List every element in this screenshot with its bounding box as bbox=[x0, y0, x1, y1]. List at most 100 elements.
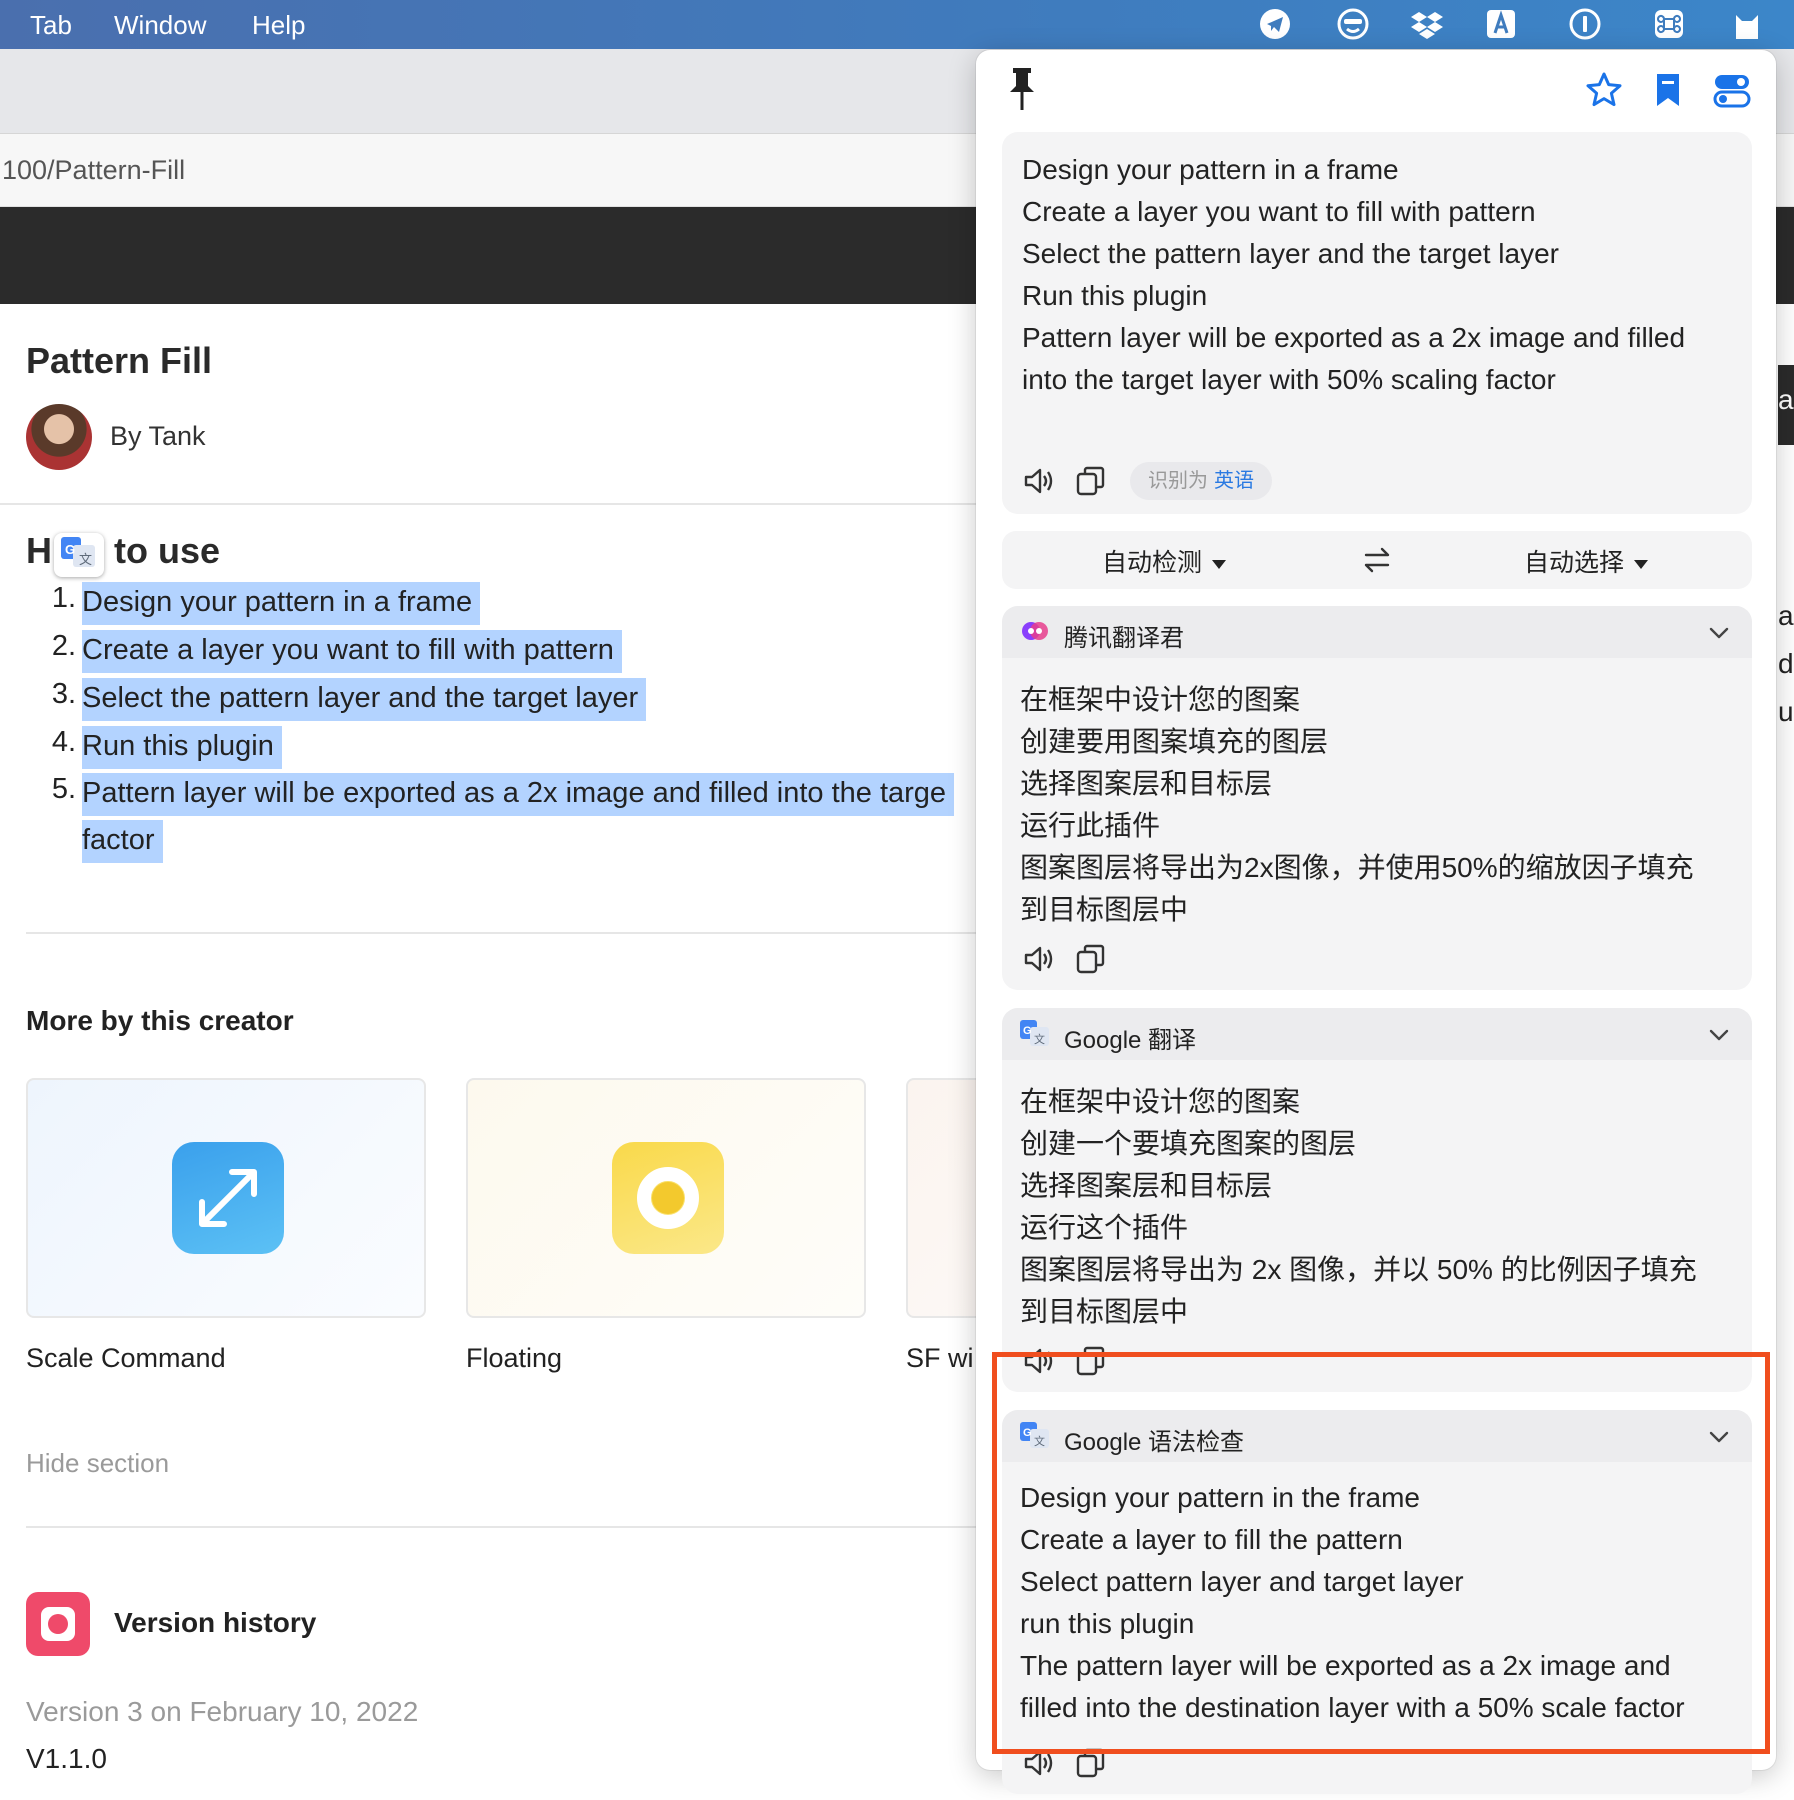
language-selector-bar: 自动检测 自动选择 bbox=[1002, 531, 1752, 589]
step-text[interactable]: Select the pattern layer and the target … bbox=[82, 678, 647, 721]
scale-command-icon bbox=[172, 1142, 284, 1254]
plugin-card-floating[interactable] bbox=[466, 1078, 866, 1318]
result-line: 在框架中设计您的图案 bbox=[1020, 1086, 1301, 1117]
bookmark-icon[interactable] bbox=[1648, 70, 1688, 110]
page-title: Pattern Fill bbox=[26, 340, 213, 381]
target-language-label: 自动选择 bbox=[1524, 549, 1625, 577]
telegram-icon[interactable] bbox=[1258, 7, 1292, 41]
detected-language-badge: 识别为 英语 bbox=[1130, 462, 1272, 500]
result-line: 创建一个要填充图案的图层 bbox=[1020, 1128, 1357, 1159]
step-number: 1. bbox=[51, 582, 76, 614]
version-number: V1.1.0 bbox=[26, 1743, 107, 1774]
heading-rest: to use bbox=[114, 530, 221, 571]
step-text[interactable]: Pattern layer will be exported as a 2x i… bbox=[82, 773, 955, 816]
plugin-card-scale-command[interactable] bbox=[26, 1078, 426, 1318]
result-line: 图案图层将导出为 2x 图像，并以 50% 的比例因子填充 bbox=[1020, 1254, 1697, 1285]
service-name: 腾讯翻译君 bbox=[1064, 625, 1184, 652]
result-header[interactable]: 腾讯翻译君 bbox=[1002, 606, 1752, 658]
menu-window[interactable]: Window bbox=[114, 10, 206, 41]
svg-text:文: 文 bbox=[1034, 1032, 1045, 1046]
cat-icon[interactable] bbox=[1730, 7, 1764, 41]
avatar[interactable] bbox=[26, 404, 92, 470]
step-number: 5. bbox=[51, 773, 76, 805]
chevron-down-icon[interactable] bbox=[1706, 620, 1732, 646]
step-text[interactable]: Run this plugin bbox=[82, 726, 282, 769]
result-header[interactable]: G文 Google 翻译 bbox=[1002, 1008, 1752, 1060]
result-line: 到目标图层中 bbox=[1020, 894, 1189, 925]
pin-icon[interactable] bbox=[1004, 64, 1040, 114]
result-line: 图案图层将导出为2x图像，并使用50%的缩放因子填充 bbox=[1020, 852, 1694, 883]
source-line: into the target layer with 50% scaling f… bbox=[1022, 364, 1556, 395]
target-language-select[interactable]: 自动选择 bbox=[1524, 543, 1649, 579]
step-text[interactable]: factor bbox=[82, 820, 163, 863]
source-line: Pattern layer will be exported as a 2x i… bbox=[1022, 322, 1686, 353]
swap-languages-icon[interactable] bbox=[1362, 545, 1392, 575]
source-line: Run this plugin bbox=[1022, 280, 1208, 311]
version-date: Version 3 on February 10, 2022 bbox=[26, 1696, 419, 1727]
result-line: 在框架中设计您的图案 bbox=[1020, 684, 1301, 715]
more-by-creator-heading: More by this creator bbox=[26, 1005, 294, 1036]
result-line: 运行此插件 bbox=[1020, 810, 1161, 841]
clipped-text: d bbox=[1778, 648, 1794, 679]
menu-help[interactable]: Help bbox=[252, 10, 305, 41]
popup-header bbox=[976, 50, 1776, 130]
result-line: 到目标图层中 bbox=[1020, 1296, 1189, 1327]
clipped-text: al bbox=[1778, 384, 1794, 415]
result-tencent: 腾讯翻译君 在框架中设计您的图案 创建要用图案填充的图层 选择图案层和目标层 运… bbox=[1002, 606, 1752, 990]
heading-first-letter: H bbox=[26, 530, 52, 571]
smiley-icon[interactable] bbox=[1336, 7, 1370, 41]
speaker-icon[interactable] bbox=[1022, 464, 1056, 498]
source-text-box[interactable]: Design your pattern in a frame Create a … bbox=[1002, 132, 1752, 514]
google-translate-float-button[interactable]: G文 bbox=[54, 533, 104, 577]
clipped-text: u bbox=[1778, 696, 1794, 727]
copy-icon[interactable] bbox=[1074, 464, 1108, 498]
speaker-icon[interactable] bbox=[1022, 942, 1056, 976]
divider bbox=[26, 1526, 980, 1528]
hide-section-link[interactable]: Hide section bbox=[26, 1448, 169, 1479]
detected-prefix: 识别为 bbox=[1148, 470, 1208, 492]
dropbox-icon[interactable] bbox=[1410, 7, 1444, 41]
version-history-icon bbox=[26, 1592, 90, 1656]
toggle-settings-icon[interactable] bbox=[1712, 70, 1752, 110]
step-text[interactable]: Design your pattern in a frame bbox=[82, 582, 481, 625]
plugin-card-label[interactable]: SF wi bbox=[906, 1343, 974, 1374]
tencent-translate-icon bbox=[1020, 618, 1050, 646]
copy-icon[interactable] bbox=[1074, 942, 1108, 976]
source-line: Select the pattern layer and the target … bbox=[1022, 238, 1559, 269]
svg-text:文: 文 bbox=[79, 553, 92, 568]
divider bbox=[0, 503, 980, 505]
google-translate-icon: G文 bbox=[1020, 1020, 1050, 1048]
source-line: Create a layer you want to fill with pat… bbox=[1022, 196, 1536, 227]
chevron-down-icon[interactable] bbox=[1706, 1022, 1732, 1048]
result-line: 选择图案层和目标层 bbox=[1020, 1170, 1273, 1201]
service-name: Google 翻译 bbox=[1064, 1027, 1197, 1054]
detected-language[interactable]: 英语 bbox=[1214, 470, 1254, 492]
svg-text:G: G bbox=[65, 542, 75, 557]
plugin-card-label[interactable]: Scale Command bbox=[26, 1343, 226, 1374]
star-icon[interactable] bbox=[1584, 70, 1624, 110]
author-name[interactable]: By Tank bbox=[110, 421, 206, 452]
version-history-heading: Version history bbox=[114, 1607, 317, 1638]
result-line: 创建要用图案填充的图层 bbox=[1020, 726, 1329, 757]
result-google-translate: G文 Google 翻译 在框架中设计您的图案 创建一个要填充图案的图层 选择图… bbox=[1002, 1008, 1752, 1392]
step-text[interactable]: Create a layer you want to fill with pat… bbox=[82, 630, 622, 673]
step-number: 2. bbox=[51, 630, 76, 662]
google-translate-icon: G文 bbox=[61, 536, 97, 574]
result-line: 运行这个插件 bbox=[1020, 1212, 1189, 1243]
onepassword-icon[interactable] bbox=[1568, 7, 1602, 41]
plugin-card-label[interactable]: Floating bbox=[466, 1343, 562, 1374]
address-bar-url[interactable]: 100/Pattern-Fill bbox=[2, 155, 185, 186]
highlight-frame bbox=[992, 1352, 1770, 1754]
source-language-select[interactable]: 自动检测 bbox=[1102, 543, 1227, 579]
floating-icon bbox=[612, 1142, 724, 1254]
step-number: 4. bbox=[51, 726, 76, 758]
step-number: 3. bbox=[51, 678, 76, 710]
menu-tab[interactable]: Tab bbox=[30, 10, 72, 41]
source-language-label: 自动检测 bbox=[1102, 549, 1203, 577]
keyboard-a-icon[interactable] bbox=[1484, 7, 1518, 41]
command-icon[interactable] bbox=[1652, 7, 1686, 41]
svg-text:G: G bbox=[1023, 1025, 1032, 1037]
clipped-text: ag bbox=[1778, 600, 1794, 631]
source-line: Design your pattern in a frame bbox=[1022, 154, 1399, 185]
divider bbox=[26, 932, 980, 934]
